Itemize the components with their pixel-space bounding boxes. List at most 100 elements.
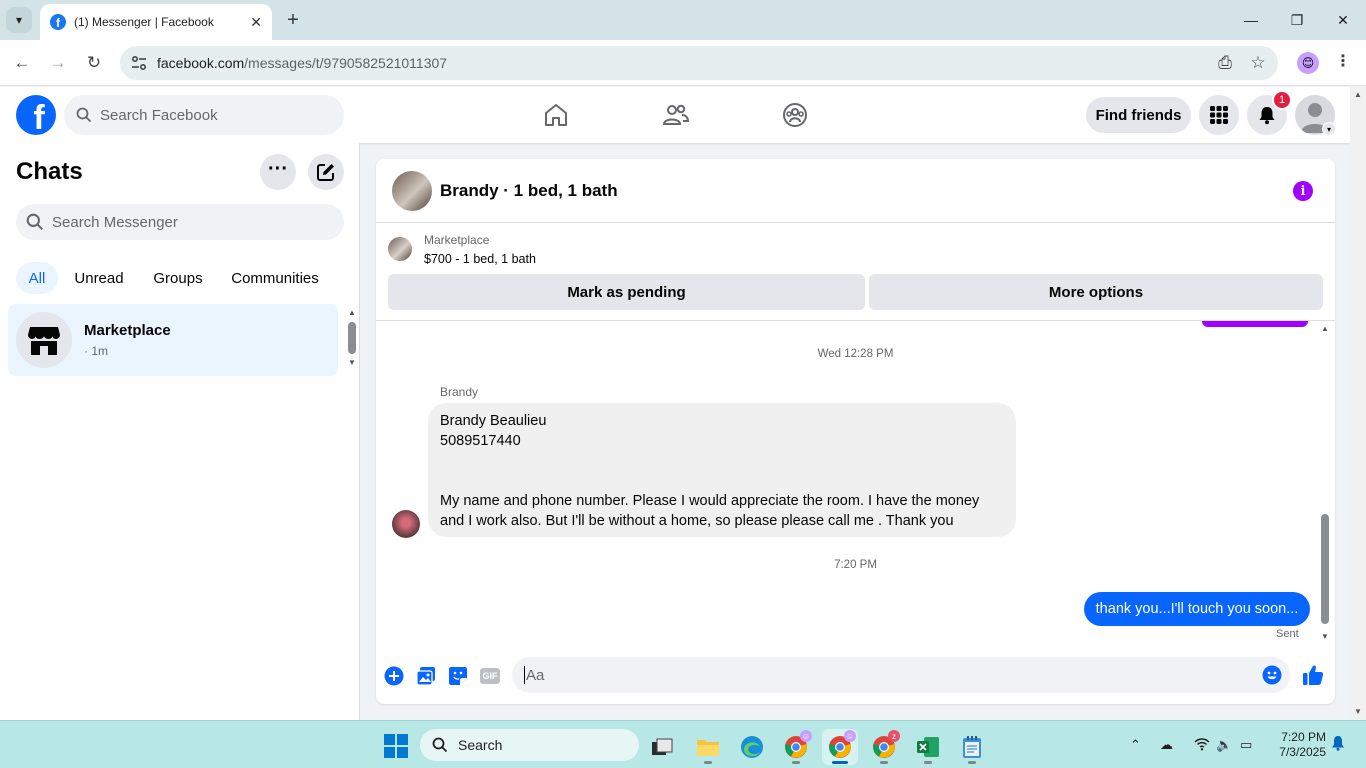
back-arrow-icon[interactable]: ←	[10, 51, 34, 75]
chevron-down-icon[interactable]: ▾	[1322, 122, 1336, 136]
gif-icon: GIF	[480, 668, 500, 684]
browser-tab-messenger[interactable]: f (1) Messenger | Facebook ✕	[40, 4, 272, 40]
browser-profile-icon[interactable]: 😊	[1297, 52, 1319, 74]
bell-icon	[1332, 736, 1344, 751]
like-button[interactable]	[1301, 663, 1325, 687]
sticker-button[interactable]	[447, 665, 469, 687]
profile-badge-icon: ☺	[844, 730, 856, 742]
bookmark-star-icon[interactable]: ☆	[1248, 53, 1268, 73]
filter-tab-unread[interactable]: Unread	[66, 262, 132, 294]
attach-photo-button[interactable]	[415, 665, 437, 687]
edge-button[interactable]	[734, 729, 770, 765]
taskbar-search-box[interactable]: Search	[420, 729, 639, 761]
minimize-button[interactable]: —	[1236, 8, 1266, 32]
tab-close-icon[interactable]: ✕	[250, 14, 262, 31]
scroll-down-arrow-icon[interactable]: ▼	[1319, 632, 1331, 642]
new-tab-button[interactable]: +	[283, 8, 303, 32]
windows-start-icon[interactable]	[384, 734, 408, 758]
address-bar[interactable]: facebook.com/messages/t/9790582521011307…	[120, 46, 1278, 80]
messenger-search-input[interactable]: Search Messenger	[16, 204, 344, 240]
site-settings-icon[interactable]	[130, 54, 148, 72]
message-input[interactable]: Aa	[512, 657, 1290, 693]
running-indicator	[924, 761, 932, 764]
wifi-icon[interactable]	[1194, 737, 1210, 754]
volume-icon[interactable]: 🔈	[1216, 737, 1232, 753]
menu-grid-button[interactable]	[1199, 95, 1239, 135]
chat-options-button[interactable]: ···	[260, 154, 296, 190]
restore-button[interactable]: ❐	[1282, 8, 1312, 32]
install-app-icon[interactable]: ⎙	[1215, 53, 1235, 73]
file-explorer-button[interactable]	[690, 729, 726, 765]
forward-arrow-icon[interactable]: →	[46, 51, 70, 75]
outgoing-message-bubble[interactable]: thank you...I'll touch you soon...	[1084, 592, 1310, 626]
scroll-down-arrow-icon[interactable]: ▼	[347, 358, 357, 368]
message-line: Brandy Beaulieu	[440, 413, 547, 429]
find-friends-button[interactable]: Find friends	[1086, 97, 1191, 133]
message-timestamp: 7:20 PM	[834, 559, 877, 571]
chats-title: Chats	[16, 158, 83, 185]
incoming-message-bubble[interactable]: Brandy Beaulieu 5089517440 My name and p…	[428, 403, 1016, 537]
scroll-up-arrow-icon[interactable]: ▲	[1319, 324, 1331, 334]
tab-search-button[interactable]: ▾	[6, 7, 32, 33]
home-icon[interactable]	[541, 100, 571, 130]
reload-icon[interactable]: ↻	[82, 51, 106, 75]
chrome-profile-2-button[interactable]: ☺	[822, 729, 858, 765]
edge-browser-icon	[741, 736, 763, 758]
sticker-icon	[449, 667, 467, 685]
gif-button[interactable]: GIF	[479, 665, 501, 687]
emoji-icon[interactable]	[1262, 665, 1282, 685]
listing-thumbnail[interactable]	[388, 237, 412, 261]
listing-price[interactable]: $700 - 1 bed, 1 bath	[424, 252, 536, 266]
show-hidden-icons-chevron-icon[interactable]: ⌃	[1130, 737, 1141, 753]
filter-tab-all[interactable]: All	[16, 262, 58, 294]
task-view-icon	[652, 738, 673, 755]
more-actions-button[interactable]	[383, 665, 405, 687]
info-icon[interactable]: i	[1293, 181, 1313, 201]
sender-avatar[interactable]	[392, 510, 420, 538]
chat-list-item[interactable]: Marketplace · 1m	[8, 304, 338, 376]
mark-as-pending-button[interactable]: Mark as pending	[388, 274, 865, 310]
scrollbar-thumb[interactable]	[348, 322, 356, 354]
battery-icon[interactable]: ▭	[1240, 737, 1252, 753]
message-scrollbar[interactable]: ▲ ▼	[1319, 324, 1331, 642]
notification-bell-icon[interactable]	[1331, 735, 1345, 754]
facebook-search-input[interactable]: Search Facebook	[64, 95, 344, 135]
facebook-logo-icon[interactable]: f	[16, 95, 56, 135]
new-message-button[interactable]	[308, 154, 344, 190]
filter-tab-communities[interactable]: Communities	[222, 262, 328, 294]
wifi-signal-icon	[1194, 738, 1210, 751]
notepad-button[interactable]	[954, 729, 990, 765]
more-options-button[interactable]: More options	[869, 274, 1323, 310]
browser-menu-icon[interactable]: ⋮	[1335, 51, 1351, 71]
chrome-profile-3-button[interactable]: z	[866, 729, 902, 765]
facebook-favicon-icon: f	[50, 14, 66, 30]
scroll-up-arrow-icon[interactable]: ▲	[1350, 87, 1366, 103]
plus-circle-icon	[384, 666, 404, 686]
taskbar-clock[interactable]: 7:20 PM 7/3/2025	[1272, 730, 1326, 760]
filter-tab-groups[interactable]: Groups	[142, 262, 214, 294]
groups-icon[interactable]	[780, 100, 810, 130]
task-view-button[interactable]	[644, 729, 680, 765]
page-scrollbar[interactable]: ▲ ▼	[1350, 87, 1366, 720]
chat-list-scrollbar[interactable]: ▲ ▼	[347, 308, 357, 370]
excel-button[interactable]	[910, 729, 946, 765]
scrollbar-thumb[interactable]	[1321, 514, 1329, 624]
grid-menu-icon	[1210, 106, 1228, 124]
chrome-profile-1-button[interactable]: ☺	[778, 729, 814, 765]
conversation-title[interactable]: Brandy · 1 bed, 1 bath	[440, 181, 618, 201]
scroll-down-arrow-icon[interactable]: ▼	[1350, 704, 1366, 720]
running-indicator	[792, 761, 800, 764]
conversation-panel: Brandy · 1 bed, 1 bath i Marketplace $70…	[376, 159, 1335, 704]
bell-icon	[1259, 107, 1275, 125]
scroll-up-arrow-icon[interactable]: ▲	[347, 308, 357, 318]
message-status: Sent	[1276, 628, 1299, 640]
onedrive-icon[interactable]: ☁	[1160, 737, 1173, 753]
message-thread: Wed 12:28 PM Brandy Brandy Beaulieu 5089…	[376, 321, 1335, 651]
listing-avatar[interactable]	[392, 171, 432, 211]
search-icon	[76, 107, 92, 123]
excel-icon	[917, 737, 939, 757]
close-window-button[interactable]: ✕	[1328, 8, 1358, 32]
url-text: facebook.com/messages/t/9790582521011307	[157, 55, 448, 71]
marketplace-label: Marketplace	[424, 233, 490, 247]
friends-icon[interactable]	[661, 100, 691, 130]
